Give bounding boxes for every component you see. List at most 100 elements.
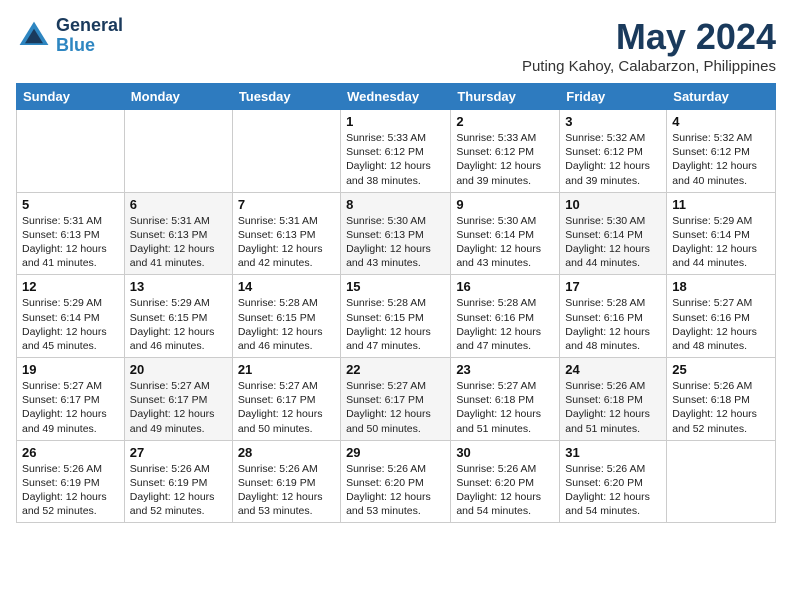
day-info: Sunrise: 5:28 AMSunset: 6:15 PMDaylight:…	[346, 296, 445, 353]
logo-text: General Blue	[56, 16, 123, 56]
calendar-day-8: 8 Sunrise: 5:30 AMSunset: 6:13 PMDaylight…	[341, 192, 451, 275]
day-number: 2	[456, 114, 554, 129]
day-number: 23	[456, 362, 554, 377]
day-info: Sunrise: 5:27 AMSunset: 6:16 PMDaylight:…	[672, 296, 770, 353]
calendar-day-30: 30Sunrise: 5:26 AMSunset: 6:20 PMDayligh…	[451, 440, 560, 523]
calendar-day-29: 29 Sunrise: 5:26 AMSunset: 6:20 PMDayligh…	[341, 440, 451, 523]
day-number: 26	[22, 445, 119, 460]
calendar-day-27: 27 Sunrise: 5:26 AMSunset: 6:19 PMDayligh…	[124, 440, 232, 523]
calendar-day-31: 31Sunrise: 5:26 AMSunset: 6:20 PMDayligh…	[560, 440, 667, 523]
calendar-day-14: 14Sunrise: 5:28 AMSunset: 6:15 PMDayligh…	[232, 275, 340, 358]
day-number: 6	[130, 197, 227, 212]
day-info: Sunrise: 5:28 AMSunset: 6:16 PMDaylight:…	[565, 296, 661, 353]
day-info: Sunrise: 5:26 AMSunset: 6:20 PMDaylight:…	[565, 462, 661, 519]
calendar-week-row: 26 Sunrise: 5:26 AMSunset: 6:19 PMDayligh…	[17, 440, 776, 523]
day-number: 17	[565, 279, 661, 294]
day-info: Sunrise: 5:33 AMSunset: 6:12 PMDaylight:…	[456, 131, 554, 188]
day-info: Sunrise: 5:26 AMSunset: 6:20 PMDaylight:…	[456, 462, 554, 519]
calendar-day-18: 18 Sunrise: 5:27 AMSunset: 6:16 PMDayligh…	[667, 275, 776, 358]
day-info: Sunrise: 5:29 AMSunset: 6:14 PMDaylight:…	[22, 296, 119, 353]
day-info: Sunrise: 5:26 AMSunset: 6:18 PMDaylight:…	[672, 379, 770, 436]
day-info: Sunrise: 5:30 AMSunset: 6:14 PMDaylight:…	[565, 214, 661, 271]
column-header-wednesday: Wednesday	[341, 84, 451, 110]
calendar-week-row: 12 Sunrise: 5:29 AMSunset: 6:14 PMDayligh…	[17, 275, 776, 358]
day-info: Sunrise: 5:28 AMSunset: 6:16 PMDaylight:…	[456, 296, 554, 353]
day-number: 16	[456, 279, 554, 294]
day-info: Sunrise: 5:31 AMSunset: 6:13 PMDaylight:…	[22, 214, 119, 271]
calendar-day-7: 7 Sunrise: 5:31 AMSunset: 6:13 PMDaylight…	[232, 192, 340, 275]
column-header-thursday: Thursday	[451, 84, 560, 110]
calendar-empty-cell	[17, 110, 125, 193]
day-number: 8	[346, 197, 445, 212]
day-info: Sunrise: 5:32 AMSunset: 6:12 PMDaylight:…	[565, 131, 661, 188]
calendar-day-10: 10 Sunrise: 5:30 AMSunset: 6:14 PMDayligh…	[560, 192, 667, 275]
day-number: 12	[22, 279, 119, 294]
day-info: Sunrise: 5:26 AMSunset: 6:18 PMDaylight:…	[565, 379, 661, 436]
calendar-day-4: 4 Sunrise: 5:32 AMSunset: 6:12 PMDaylight…	[667, 110, 776, 193]
day-info: Sunrise: 5:27 AMSunset: 6:18 PMDaylight:…	[456, 379, 554, 436]
day-number: 10	[565, 197, 661, 212]
day-number: 4	[672, 114, 770, 129]
calendar-day-12: 12 Sunrise: 5:29 AMSunset: 6:14 PMDayligh…	[17, 275, 125, 358]
day-number: 22	[346, 362, 445, 377]
day-number: 21	[238, 362, 335, 377]
calendar-day-13: 13Sunrise: 5:29 AMSunset: 6:15 PMDayligh…	[124, 275, 232, 358]
page-header: General Blue May 2024 Puting Kahoy, Cala…	[16, 16, 776, 75]
day-info: Sunrise: 5:27 AMSunset: 6:17 PMDaylight:…	[130, 379, 227, 436]
calendar-day-1: 1 Sunrise: 5:33 AMSunset: 6:12 PMDaylight…	[341, 110, 451, 193]
day-info: Sunrise: 5:31 AMSunset: 6:13 PMDaylight:…	[238, 214, 335, 271]
day-number: 19	[22, 362, 119, 377]
location-subtitle: Puting Kahoy, Calabarzon, Philippines	[522, 58, 776, 75]
column-header-tuesday: Tuesday	[232, 84, 340, 110]
calendar-day-23: 23 Sunrise: 5:27 AMSunset: 6:18 PMDayligh…	[451, 358, 560, 441]
calendar-empty-cell	[667, 440, 776, 523]
day-number: 9	[456, 197, 554, 212]
day-info: Sunrise: 5:29 AMSunset: 6:15 PMDaylight:…	[130, 296, 227, 353]
calendar-day-3: 3 Sunrise: 5:32 AMSunset: 6:12 PMDaylight…	[560, 110, 667, 193]
calendar-empty-cell	[232, 110, 340, 193]
logo-icon	[16, 18, 52, 54]
day-info: Sunrise: 5:29 AMSunset: 6:14 PMDaylight:…	[672, 214, 770, 271]
day-info: Sunrise: 5:28 AMSunset: 6:15 PMDaylight:…	[238, 296, 335, 353]
day-number: 1	[346, 114, 445, 129]
day-info: Sunrise: 5:26 AMSunset: 6:19 PMDaylight:…	[22, 462, 119, 519]
day-number: 7	[238, 197, 335, 212]
column-header-monday: Monday	[124, 84, 232, 110]
month-title: May 2024	[522, 16, 776, 58]
calendar-day-28: 28Sunrise: 5:26 AMSunset: 6:19 PMDayligh…	[232, 440, 340, 523]
day-number: 3	[565, 114, 661, 129]
column-header-saturday: Saturday	[667, 84, 776, 110]
day-info: Sunrise: 5:27 AMSunset: 6:17 PMDaylight:…	[346, 379, 445, 436]
day-info: Sunrise: 5:27 AMSunset: 6:17 PMDaylight:…	[22, 379, 119, 436]
logo: General Blue	[16, 16, 123, 56]
calendar-day-20: 20Sunrise: 5:27 AMSunset: 6:17 PMDayligh…	[124, 358, 232, 441]
calendar-day-9: 9 Sunrise: 5:30 AMSunset: 6:14 PMDaylight…	[451, 192, 560, 275]
day-info: Sunrise: 5:33 AMSunset: 6:12 PMDaylight:…	[346, 131, 445, 188]
day-info: Sunrise: 5:30 AMSunset: 6:14 PMDaylight:…	[456, 214, 554, 271]
calendar-week-row: 5 Sunrise: 5:31 AMSunset: 6:13 PMDaylight…	[17, 192, 776, 275]
title-block: May 2024 Puting Kahoy, Calabarzon, Phili…	[522, 16, 776, 75]
column-header-sunday: Sunday	[17, 84, 125, 110]
day-number: 29	[346, 445, 445, 460]
day-number: 27	[130, 445, 227, 460]
day-info: Sunrise: 5:26 AMSunset: 6:19 PMDaylight:…	[130, 462, 227, 519]
calendar-header-row: SundayMondayTuesdayWednesdayThursdayFrid…	[17, 84, 776, 110]
calendar-day-22: 22 Sunrise: 5:27 AMSunset: 6:17 PMDayligh…	[341, 358, 451, 441]
calendar-day-21: 21Sunrise: 5:27 AMSunset: 6:17 PMDayligh…	[232, 358, 340, 441]
day-info: Sunrise: 5:26 AMSunset: 6:20 PMDaylight:…	[346, 462, 445, 519]
day-number: 18	[672, 279, 770, 294]
day-info: Sunrise: 5:30 AMSunset: 6:13 PMDaylight:…	[346, 214, 445, 271]
day-info: Sunrise: 5:32 AMSunset: 6:12 PMDaylight:…	[672, 131, 770, 188]
day-number: 28	[238, 445, 335, 460]
day-number: 11	[672, 197, 770, 212]
day-info: Sunrise: 5:31 AMSunset: 6:13 PMDaylight:…	[130, 214, 227, 271]
day-number: 25	[672, 362, 770, 377]
calendar-day-16: 16 Sunrise: 5:28 AMSunset: 6:16 PMDayligh…	[451, 275, 560, 358]
calendar-day-24: 24 Sunrise: 5:26 AMSunset: 6:18 PMDayligh…	[560, 358, 667, 441]
calendar-day-19: 19 Sunrise: 5:27 AMSunset: 6:17 PMDayligh…	[17, 358, 125, 441]
day-number: 5	[22, 197, 119, 212]
day-number: 15	[346, 279, 445, 294]
calendar-week-row: 1 Sunrise: 5:33 AMSunset: 6:12 PMDaylight…	[17, 110, 776, 193]
day-number: 24	[565, 362, 661, 377]
calendar-day-11: 11 Sunrise: 5:29 AMSunset: 6:14 PMDayligh…	[667, 192, 776, 275]
